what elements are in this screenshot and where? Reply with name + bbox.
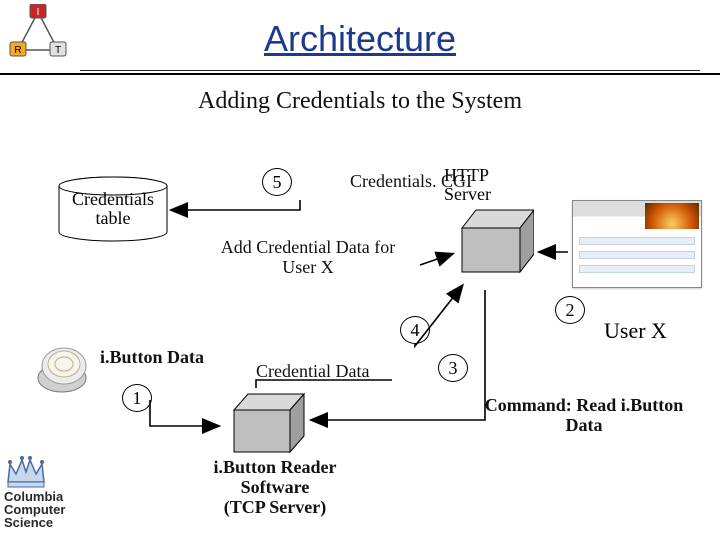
add-credential-l2: User X bbox=[282, 257, 334, 277]
columbia-l3: Science bbox=[4, 516, 110, 529]
http-server-label: HTTP Server bbox=[444, 166, 538, 204]
reader-software-label: i.Button Reader Software (TCP Server) bbox=[188, 458, 362, 517]
reader-server bbox=[222, 388, 308, 460]
db-label-line2: table bbox=[96, 208, 131, 228]
credentials-table-db: Credentials table bbox=[58, 176, 168, 242]
sunset-thumb bbox=[645, 203, 699, 229]
divider bbox=[0, 73, 720, 75]
user-x-label: User X bbox=[604, 318, 667, 344]
columbia-logo: Columbia Computer Science bbox=[4, 450, 110, 529]
credential-data-label: Credential Data bbox=[256, 362, 369, 382]
irt-t: T bbox=[55, 45, 61, 56]
add-credential-label: Add Credential Data for User X bbox=[198, 238, 418, 278]
command-l2: Data bbox=[566, 415, 603, 435]
step-4: 4 bbox=[400, 316, 430, 344]
page-title: Architecture bbox=[264, 18, 456, 60]
step-1: 1 bbox=[122, 384, 152, 412]
command-label: Command: Read i.Button Data bbox=[468, 396, 700, 436]
http-server: HTTP Server bbox=[448, 200, 534, 282]
reader-l2: Software bbox=[241, 477, 310, 497]
ibutton-icon bbox=[34, 342, 94, 396]
irt-i: I bbox=[37, 7, 40, 18]
add-credential-l1: Add Credential Data for bbox=[221, 237, 395, 257]
reader-l1: i.Button Reader bbox=[214, 457, 337, 477]
reader-l3: (TCP Server) bbox=[224, 497, 326, 517]
step-3: 3 bbox=[438, 354, 468, 382]
title-underline bbox=[80, 70, 700, 71]
crown-icon bbox=[4, 450, 48, 490]
irt-r: R bbox=[14, 45, 21, 56]
page-subtitle: Adding Credentials to the System bbox=[198, 88, 522, 115]
step-5: 5 bbox=[262, 168, 292, 196]
db-label: Credentials table bbox=[66, 190, 160, 228]
step-2: 2 bbox=[555, 296, 585, 324]
command-l1: Command: Read i.Button bbox=[485, 395, 684, 415]
ibutton-data-label: i.Button Data bbox=[100, 348, 204, 368]
browser-screenshot bbox=[572, 200, 702, 288]
irt-logo: I R T bbox=[8, 4, 68, 62]
db-label-line1: Credentials bbox=[72, 189, 154, 209]
